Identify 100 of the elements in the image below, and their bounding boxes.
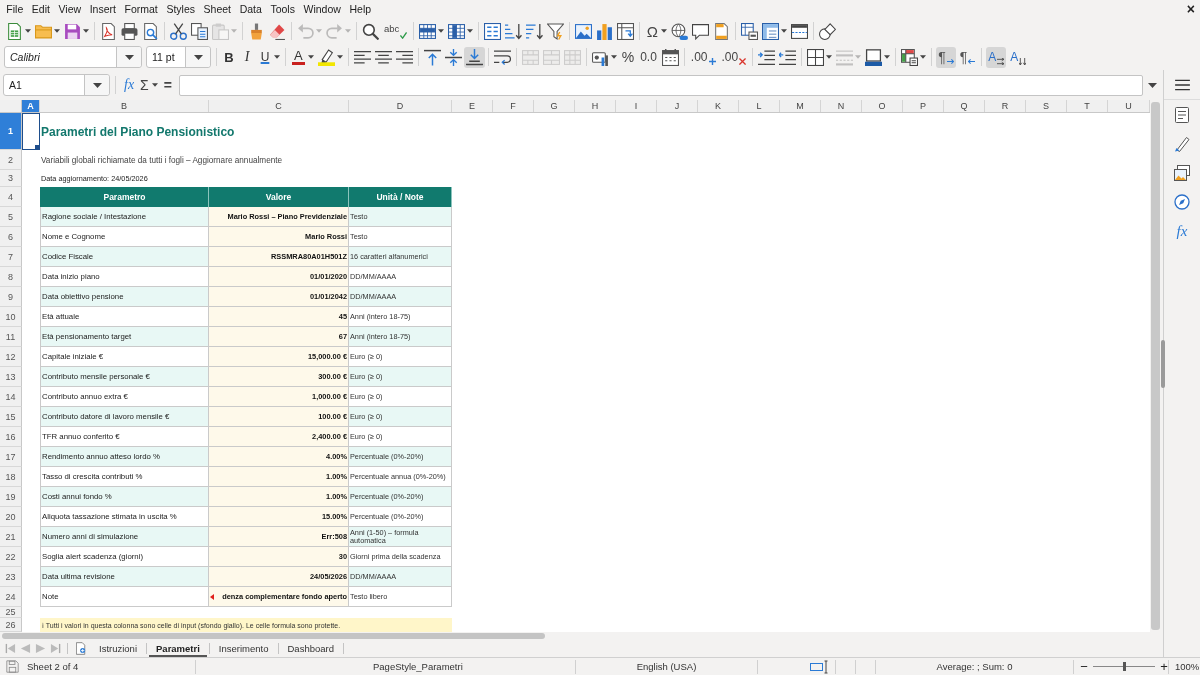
menu-item[interactable]: Sheet (199, 3, 236, 15)
sum-button[interactable]: Σ (138, 77, 151, 93)
align-right-icon[interactable] (395, 48, 413, 66)
function-wizard-button[interactable]: fx (122, 77, 137, 93)
sheet-tab[interactable]: Inserimento (211, 640, 276, 657)
row-header[interactable]: 4 (0, 187, 22, 207)
column-header[interactable]: I (616, 100, 657, 112)
row-header[interactable]: 12 (0, 347, 22, 367)
menu-item[interactable]: Format (120, 3, 163, 15)
column-header[interactable]: C (209, 100, 349, 112)
menu-item[interactable]: Tools (266, 3, 300, 15)
number-format-button[interactable]: 0.0 (638, 46, 659, 68)
caret-icon[interactable] (438, 29, 445, 33)
save-icon[interactable] (64, 22, 81, 40)
row-header[interactable]: 18 (0, 467, 22, 487)
zoom-in-button[interactable]: + (1159, 660, 1169, 673)
caret-icon[interactable] (92, 82, 102, 88)
copy-icon[interactable] (191, 22, 208, 40)
caret-icon[interactable] (920, 55, 927, 59)
menu-item[interactable]: Help (345, 3, 376, 15)
frame-underline-icon[interactable] (865, 48, 883, 66)
column-header[interactable]: R (985, 100, 1026, 112)
menu-item[interactable]: Insert (85, 3, 121, 15)
caret-icon[interactable] (274, 55, 280, 59)
wrap-text-icon[interactable] (493, 48, 511, 66)
special-character-button[interactable]: Ω (644, 20, 661, 42)
row-header[interactable]: 2 (0, 150, 22, 170)
caret-icon[interactable] (884, 55, 891, 59)
row-header[interactable]: 7 (0, 247, 22, 267)
globe-link-icon[interactable] (671, 22, 689, 40)
table-columns-icon[interactable] (448, 22, 466, 40)
compass-icon[interactable] (1174, 194, 1190, 210)
caret-icon[interactable] (124, 54, 134, 60)
delete-decimal-button[interactable]: .00 (719, 46, 749, 68)
scissors-icon[interactable] (170, 22, 187, 40)
row-header[interactable]: 11 (0, 327, 22, 347)
document-icon[interactable] (100, 22, 117, 40)
image-icon[interactable] (575, 22, 593, 40)
row-header[interactable]: 14 (0, 387, 22, 407)
row-header[interactable]: 25 (0, 607, 22, 618)
bar-chart-icon[interactable] (596, 22, 614, 40)
caret-icon[interactable] (336, 55, 343, 59)
pen-icon[interactable] (1174, 136, 1190, 152)
caret-icon[interactable] (1148, 82, 1157, 88)
bold-button[interactable]: B (221, 46, 237, 68)
row-header[interactable]: 26 (0, 618, 22, 632)
font-color-button[interactable]: A (290, 46, 307, 68)
column-header[interactable]: L (739, 100, 780, 112)
row-header[interactable]: 20 (0, 507, 22, 527)
grid-document-icon[interactable] (741, 22, 759, 40)
column-header[interactable]: O (862, 100, 903, 112)
column-header[interactable]: E (452, 100, 493, 112)
borders-icon[interactable] (807, 48, 825, 66)
row-header[interactable]: 22 (0, 547, 22, 567)
table-arrow-icon[interactable] (617, 22, 635, 40)
skip-start-icon[interactable] (5, 643, 16, 654)
row-header[interactable]: 21 (0, 527, 22, 547)
page-lines-icon[interactable] (1174, 107, 1190, 123)
menu-item[interactable]: File (2, 3, 28, 15)
align-middle-icon[interactable] (444, 48, 462, 66)
slider-thumb[interactable] (1122, 662, 1126, 671)
column-header[interactable]: K (698, 100, 739, 112)
resize-handle[interactable] (1161, 340, 1165, 388)
spelling-button[interactable]: abc (382, 20, 410, 42)
column-header[interactable]: B (40, 100, 209, 112)
column-header[interactable]: D (349, 100, 452, 112)
row-header[interactable]: 10 (0, 307, 22, 327)
caret-icon[interactable] (826, 55, 833, 59)
row-header[interactable]: 3 (0, 170, 22, 187)
left-to-right-button[interactable]: ¶ (936, 46, 956, 68)
row-header[interactable]: 19 (0, 487, 22, 507)
row-header[interactable]: 23 (0, 567, 22, 587)
column-header[interactable]: M (780, 100, 821, 112)
speech-bubble-icon[interactable] (692, 22, 710, 40)
sheet-tab[interactable]: Parametri (149, 640, 207, 657)
right-to-left-button[interactable]: ¶ (957, 46, 978, 68)
percent-button[interactable]: % (619, 46, 637, 68)
sort-ascending-icon[interactable] (505, 22, 523, 40)
grid-shaded-icon[interactable] (762, 22, 780, 40)
caret-icon[interactable] (467, 29, 474, 33)
rectangle-cursor-icon[interactable] (810, 659, 829, 674)
column-header[interactable]: Q (944, 100, 985, 112)
shapes-icon[interactable] (819, 22, 837, 40)
align-top-icon[interactable] (423, 48, 441, 66)
close-document-button[interactable]: × (1186, 2, 1195, 16)
cell-reference-combobox[interactable]: A1 (3, 74, 110, 96)
table-rows-icon[interactable] (419, 22, 437, 40)
column-header[interactable]: A (22, 100, 40, 112)
column-header[interactable]: P (903, 100, 944, 112)
italic-button[interactable]: I (239, 46, 255, 68)
list-columns-icon[interactable] (484, 22, 502, 40)
add-decimal-button[interactable]: .00 (688, 46, 718, 68)
column-header[interactable]: H (575, 100, 616, 112)
align-bottom-icon[interactable] (463, 46, 485, 68)
menu-item[interactable]: Window (299, 3, 346, 15)
caret-icon[interactable] (83, 29, 89, 33)
row-header[interactable]: 16 (0, 427, 22, 447)
document-plus-icon[interactable] (76, 642, 86, 655)
row-header[interactable]: 13 (0, 367, 22, 387)
zoom-out-button[interactable]: − (1079, 660, 1089, 673)
